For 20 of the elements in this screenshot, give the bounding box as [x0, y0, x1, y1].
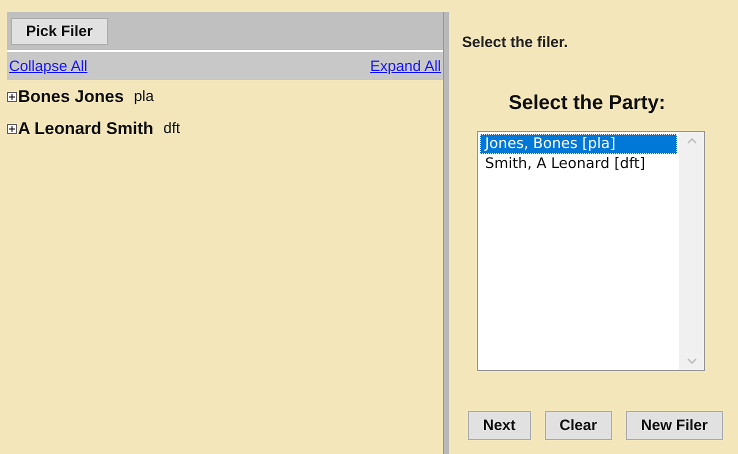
party-heading: Select the Party:: [508, 92, 666, 115]
party-role: dft: [163, 120, 180, 137]
action-button[interactable]: Clear: [544, 411, 612, 440]
expand-icon[interactable]: [7, 124, 17, 134]
collapse-all-link[interactable]: Collapse All: [9, 58, 88, 74]
party-list[interactable]: Jones, Bones [pla] Smith, A Leonard [dft]: [477, 131, 705, 371]
party-option[interactable]: Smith, A Leonard [dft]: [480, 154, 677, 174]
pick-filer-button[interactable]: Pick Filer: [11, 18, 108, 44]
party-name[interactable]: Bones Jones: [18, 86, 124, 106]
expand-icon[interactable]: [7, 92, 17, 102]
action-button[interactable]: Next: [468, 411, 531, 440]
scroll-up-icon[interactable]: [686, 138, 696, 144]
scroll-down-icon[interactable]: [686, 358, 696, 364]
scrollbar[interactable]: [679, 132, 704, 370]
expand-all-link[interactable]: Expand All: [370, 58, 441, 74]
action-button[interactable]: New Filer: [626, 411, 723, 440]
party-option[interactable]: Jones, Bones [pla]: [480, 134, 677, 154]
party-name[interactable]: A Leonard Smith: [18, 118, 154, 138]
party-role: pla: [134, 88, 154, 105]
instruction-text: Select the filer.: [462, 34, 569, 51]
